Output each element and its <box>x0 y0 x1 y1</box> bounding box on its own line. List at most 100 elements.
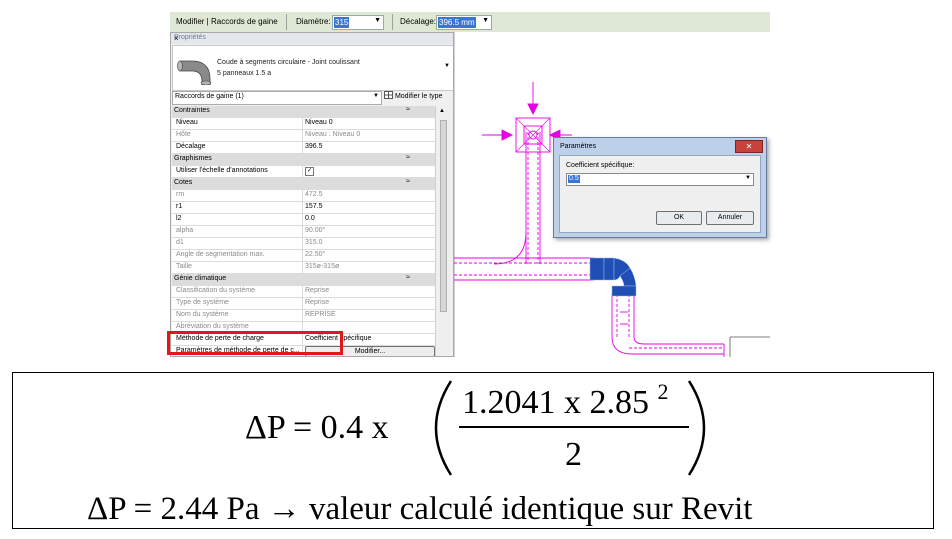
property-name: Classification du système <box>176 287 255 294</box>
ok-button[interactable]: OK <box>656 211 702 225</box>
close-button[interactable]: ✕ <box>735 140 763 153</box>
section-title: Contraintes <box>174 107 210 114</box>
property-row[interactable]: l2 0.0 <box>172 214 436 226</box>
formula-exponent: 2 <box>658 379 669 404</box>
property-value: Reprise <box>305 299 330 306</box>
property-value[interactable]: 396.5 <box>305 143 323 150</box>
type-subname: 5 panneaux 1.5 a <box>217 70 272 77</box>
property-value: Niveau : Niveau 0 <box>305 131 361 138</box>
formula-box: ΔP = 0.4 x 1.2041 x 2.85 2 2 ΔP = 2.44 P… <box>12 372 934 529</box>
close-icon[interactable]: × <box>174 34 449 43</box>
formula-result: ΔP = 2.44 Pa → valeur calculé identique … <box>87 491 752 527</box>
property-name: alpha <box>176 227 194 234</box>
property-name: Abréviation du système <box>176 323 249 330</box>
formula-lhs: ΔP = 0.4 x <box>245 409 389 446</box>
property-value: 315ø-315ø <box>305 263 340 270</box>
separator <box>392 14 393 30</box>
property-value[interactable]: 0.0 <box>305 215 315 222</box>
property-row: Hôte Niveau : Niveau 0 <box>172 130 436 142</box>
property-name: Taille <box>176 263 192 270</box>
column-divider <box>302 298 303 309</box>
options-bar: Modifier | Raccords de gaine Diamètre: 3… <box>170 12 770 33</box>
section-title: Graphismes <box>174 155 212 162</box>
property-name: Décalage <box>176 143 206 150</box>
property-value: Reprise <box>305 287 330 294</box>
edit-type-icon <box>384 91 393 99</box>
collapse-icon[interactable]: ≈ <box>406 154 410 161</box>
property-value[interactable]: Niveau 0 <box>305 119 333 126</box>
column-divider <box>302 142 303 153</box>
offset-combo[interactable]: 396.5 mm ▼ <box>436 15 492 30</box>
type-name: Coude à segments circulaire - Joint coul… <box>217 59 360 66</box>
property-row[interactable]: Décalage 396.5 <box>172 142 436 154</box>
chevron-down-icon: ▼ <box>374 17 381 24</box>
property-value: 90.00° <box>305 227 326 234</box>
diameter-combo[interactable]: 315 ▼ <box>332 15 384 30</box>
column-divider <box>302 250 303 261</box>
left-paren <box>434 380 453 476</box>
property-name: Niveau <box>176 119 198 126</box>
property-name: l2 <box>176 215 182 222</box>
column-divider <box>302 262 303 273</box>
section-title: Cotes <box>174 179 193 186</box>
section-header[interactable]: Génie climatique ≈ <box>172 274 436 286</box>
svg-text:1.2041 x 2.85 2: 1.2041 x 2.85 2 <box>462 379 669 421</box>
property-value[interactable]: 157.5 <box>305 203 323 210</box>
highlight-box <box>167 331 343 355</box>
properties-title-bar[interactable]: Propriétés × <box>171 33 453 44</box>
property-row[interactable]: Utiliser l'échelle d'annotations ✓ <box>172 166 436 178</box>
property-row: rm 472.5 <box>172 190 436 202</box>
property-row[interactable]: r1 157.5 <box>172 202 436 214</box>
column-divider <box>302 226 303 237</box>
property-name: Nom du système <box>176 311 229 318</box>
column-divider <box>302 310 303 321</box>
section-header[interactable]: Graphismes ≈ <box>172 154 436 166</box>
right-paren <box>687 380 706 476</box>
section-header[interactable]: Contraintes ≈ <box>172 106 436 118</box>
property-name: Hôte <box>176 131 191 138</box>
property-name: Utiliser l'échelle d'annotations <box>176 167 268 174</box>
context-label: Modifier | Raccords de gaine <box>176 17 278 26</box>
instance-row: Raccords de gaine (1) ▼ Modifier le type <box>172 91 452 105</box>
instance-filter-dropdown[interactable]: Raccords de gaine (1) ▼ <box>172 91 382 105</box>
property-name: Angle de segmentation max. <box>176 251 265 258</box>
column-divider <box>302 166 303 177</box>
collapse-icon[interactable]: ≈ <box>406 178 410 185</box>
column-divider <box>302 190 303 201</box>
dialog-body: Coefficient spécifique: 0.5 ▼ OK Annuler <box>559 155 761 233</box>
column-divider <box>302 202 303 213</box>
collapse-icon[interactable]: ≈ <box>406 106 410 113</box>
property-row: Angle de segmentation max. 22.50° <box>172 250 436 262</box>
properties-scrollbar[interactable]: ▲ <box>435 106 450 356</box>
formula-numerator: 1.2041 x 2.85 <box>462 384 649 421</box>
chevron-down-icon: ▼ <box>745 175 751 181</box>
property-row: Nom du système REPRISE <box>172 310 436 322</box>
scroll-up-icon[interactable]: ▲ <box>439 108 445 114</box>
column-divider <box>302 238 303 249</box>
property-row[interactable]: Niveau Niveau 0 <box>172 118 436 130</box>
checkbox[interactable]: ✓ <box>305 167 314 176</box>
property-row: Taille 315ø-315ø <box>172 262 436 274</box>
chevron-down-icon[interactable]: ▼ <box>444 63 450 69</box>
property-value: REPRISE <box>305 311 336 318</box>
formula-denominator: 2 <box>565 436 582 473</box>
offset-label: Décalage: <box>400 17 437 26</box>
property-value: 315.0 <box>305 239 323 246</box>
cancel-button[interactable]: Annuler <box>706 211 754 225</box>
type-selector[interactable]: Coude à segments circulaire - Joint coul… <box>172 45 453 91</box>
property-name: d1 <box>176 239 184 246</box>
close-icon: ✕ <box>745 142 753 151</box>
column-divider <box>302 130 303 141</box>
column-divider <box>302 286 303 297</box>
formula-equation: ΔP = 0.4 x 1.2041 x 2.85 2 2 ΔP = 2.44 P… <box>87 379 752 527</box>
offset-value: 396.5 mm <box>438 17 476 28</box>
property-row: Type de système Reprise <box>172 298 436 310</box>
edit-type-button[interactable]: Modifier le type <box>384 91 442 100</box>
collapse-icon[interactable]: ≈ <box>406 274 410 281</box>
coefficient-dropdown[interactable]: 0.5 ▼ <box>566 173 754 186</box>
scroll-thumb[interactable] <box>440 120 447 312</box>
instance-filter-value: Raccords de gaine (1) <box>175 93 244 100</box>
coefficient-value: 0.5 <box>568 175 580 183</box>
elbow-thumbnail-icon <box>177 60 212 85</box>
section-header[interactable]: Cotes ≈ <box>172 178 436 190</box>
